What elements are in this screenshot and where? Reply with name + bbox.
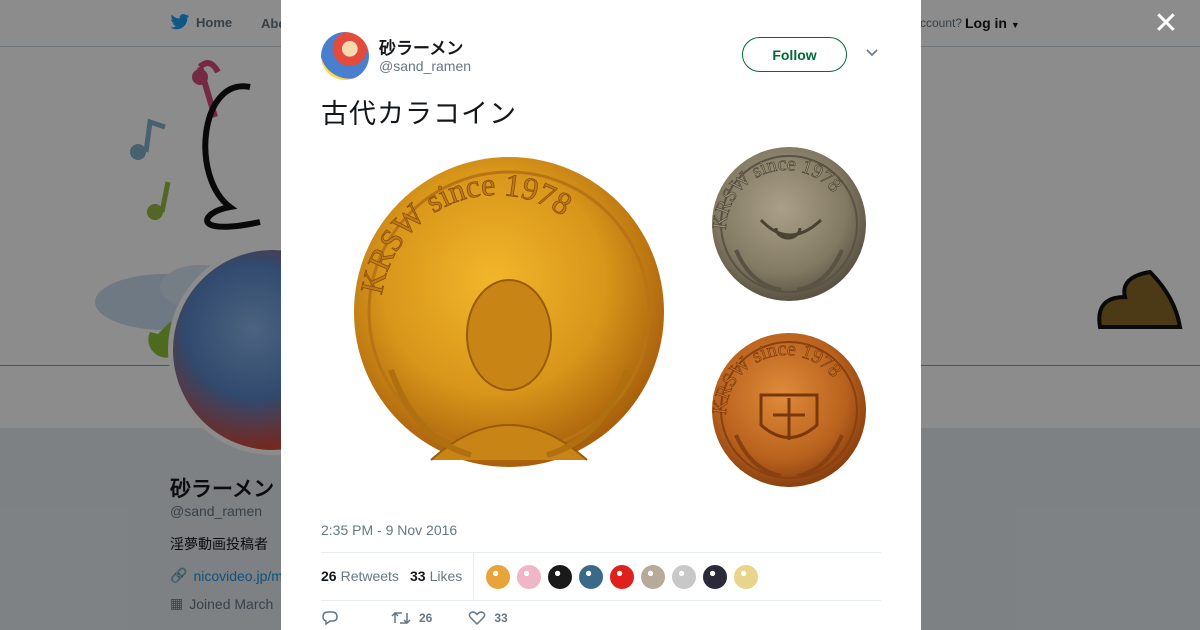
retweets-label: Retweets bbox=[340, 568, 399, 584]
liker-avatar[interactable] bbox=[733, 564, 759, 590]
close-icon[interactable]: ✕ bbox=[1152, 9, 1180, 39]
liker-avatar[interactable] bbox=[609, 564, 635, 590]
tweet-actions: 26 33 bbox=[321, 610, 508, 626]
stats-divider bbox=[473, 553, 474, 600]
chevron-down-icon[interactable] bbox=[865, 46, 879, 60]
retweets-count: 26 bbox=[321, 568, 337, 584]
liker-avatar[interactable] bbox=[640, 564, 666, 590]
like-button[interactable]: 33 bbox=[468, 610, 508, 626]
tweet-text: 古代カラコイン bbox=[321, 99, 517, 129]
author-name[interactable]: 砂ラーメン bbox=[379, 34, 463, 59]
like-action-count: 33 bbox=[494, 611, 508, 625]
likes-label: Likes bbox=[429, 568, 463, 584]
tweet-modal: 砂ラーメン @sand_ramen Follow 古代カラコイン KRSW si… bbox=[281, 0, 921, 630]
retweet-action-count: 26 bbox=[419, 611, 433, 625]
likes-count: 33 bbox=[410, 568, 426, 584]
tweet-stats: 26 Retweets 33 Likes bbox=[321, 552, 881, 601]
liker-avatars bbox=[485, 564, 759, 590]
tweet-timestamp[interactable]: 2:35 PM - 9 Nov 2016 bbox=[321, 522, 457, 538]
gold-coin: KRSW since 1978 bbox=[353, 157, 664, 467]
heart-icon bbox=[468, 611, 486, 626]
retweet-icon bbox=[391, 611, 411, 625]
liker-avatar[interactable] bbox=[578, 564, 604, 590]
liker-avatar[interactable] bbox=[516, 564, 542, 590]
liker-avatar[interactable] bbox=[547, 564, 573, 590]
author-handle[interactable]: @sand_ramen bbox=[379, 58, 471, 74]
author-avatar[interactable] bbox=[321, 32, 369, 80]
silver-coin: KRSW since 1978 bbox=[708, 147, 866, 301]
liker-avatar[interactable] bbox=[702, 564, 728, 590]
liker-avatar[interactable] bbox=[671, 564, 697, 590]
tweet-photo[interactable]: KRSW since 1978 KRSW since 1978 KRSW sin… bbox=[321, 140, 881, 495]
reply-button[interactable] bbox=[321, 610, 339, 626]
likes-stat[interactable]: 33 Likes bbox=[410, 568, 462, 584]
retweet-button[interactable]: 26 bbox=[391, 610, 432, 626]
copper-coin: KRSW since 1978 bbox=[708, 333, 866, 487]
reply-icon bbox=[322, 611, 338, 626]
retweets-stat[interactable]: 26 Retweets bbox=[321, 568, 399, 584]
follow-button[interactable]: Follow bbox=[742, 37, 847, 72]
liker-avatar[interactable] bbox=[485, 564, 511, 590]
